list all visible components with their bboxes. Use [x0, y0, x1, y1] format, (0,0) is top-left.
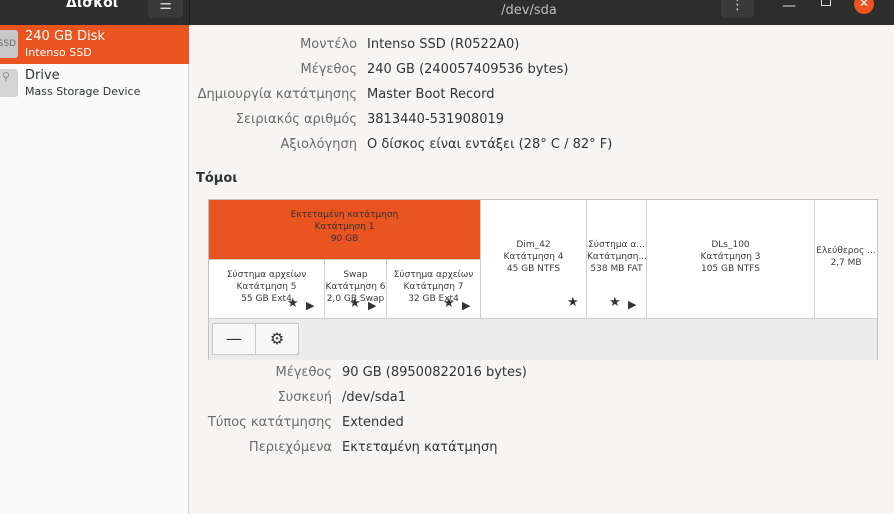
disk-name: Drive [25, 68, 60, 83]
device-label: Συσκευή [277, 390, 332, 405]
serial-label: Σειριακός αριθμός [235, 112, 357, 127]
volume-partition-4[interactable]: Dim_42 Κατάτμηση 4 45 GB NTFS ★ [481, 200, 587, 318]
main-content: Μοντέλο Intenso SSD (R0522A0) Μέγεθος 24… [190, 25, 894, 514]
star-icon: ★ [443, 296, 455, 311]
window-title: /dev/sda [501, 3, 557, 18]
partition-type-label: Τύπος κατάτμησης [207, 415, 332, 430]
volume-partition-5[interactable]: Σύστημα αρχείων Κατάτμηση 5 55 GB Ext4 ★… [209, 259, 325, 318]
volume-partition: Κατάτμηση 5 [236, 282, 297, 292]
volume-type: Dim_42 [516, 240, 551, 250]
volume-size: 105 GB NTFS [700, 264, 760, 274]
volume-partition: Κατάτμηση 4 [503, 252, 564, 262]
play-icon: ▶ [462, 299, 471, 312]
volume-size: 538 MB FAT [590, 264, 643, 274]
serial-value: 3813440-531908019 [367, 112, 505, 127]
volume-partition-3[interactable]: DLs_100 Κατάτμηση 3 105 GB NTFS [647, 200, 815, 318]
volumes-map: Εκτεταμένη κατάτμηση Κατάτμηση 1 90 GB Σ… [208, 199, 878, 360]
hamburger-menu-button[interactable]: ☰ [148, 0, 183, 18]
volume-partition-6[interactable]: Swap Κατάτμηση 6 2,0 GB Swap ★ ▶ [325, 259, 387, 318]
volume-partition: Κατάτμηση 3 [700, 252, 761, 262]
volume-type: Swap [343, 270, 368, 280]
sidebar-item-ssd[interactable]: SSD 240 GB Disk Intenso SSD [0, 25, 189, 64]
star-icon: ★ [287, 296, 299, 311]
volume-extended[interactable]: Εκτεταμένη κατάτμηση Κατάτμηση 1 90 GB [209, 200, 481, 259]
volume-type: Σύστημα α... [588, 240, 645, 250]
usb-drive-icon: ⚲ [0, 69, 18, 97]
app-title: Δίσκοι [66, 0, 119, 11]
play-icon: ▶ [628, 298, 637, 311]
volume-size: 45 GB NTFS [506, 264, 561, 274]
volume-partition: Κατάτμηση 1 [314, 222, 375, 232]
remove-partition-button[interactable]: — [212, 323, 256, 355]
size-label: Μέγεθος [300, 62, 357, 77]
disk-model: Intenso SSD [25, 46, 92, 59]
play-icon: ▶ [306, 299, 315, 312]
close-button[interactable]: ✕ [854, 0, 874, 14]
volume-size-label: Μέγεθος [275, 365, 332, 380]
header-bar: Δίσκοι ☰ /dev/sda ⋮ — ✕ [0, 0, 894, 25]
disk-name: 240 GB Disk [25, 29, 105, 44]
close-icon: ✕ [858, 0, 870, 10]
volume-size-value: 90 GB (89500822016 bytes) [342, 365, 527, 380]
volume-size: 2,7 MB [830, 258, 862, 268]
model-value: Intenso SSD (R0522A0) [367, 37, 520, 52]
volume-partition: Κατάτμηση 6 [325, 282, 386, 292]
gears-icon: ⚙ [269, 329, 285, 348]
star-icon: ★ [567, 295, 579, 310]
assessment-label: Αξιολόγηση [280, 137, 357, 152]
contents-value: Εκτεταμένη κατάτμηση [342, 440, 498, 455]
star-icon: ★ [609, 295, 621, 310]
volume-type: Σύστημα αρχείων [226, 270, 307, 280]
volume-type: Ελεύθερος ... [816, 246, 876, 256]
volume-type: DLs_100 [711, 240, 750, 250]
volume-partition-7[interactable]: Σύστημα αρχείων Κατάτμηση 7 32 GB Ext4 ★… [387, 259, 481, 318]
volume-type: Εκτεταμένη κατάτμηση [290, 210, 399, 220]
volume-partition: Κατάτμηση... [587, 252, 647, 262]
volume-partition-fat[interactable]: Σύστημα α... Κατάτμηση... 538 MB FAT ★ ▶ [587, 200, 647, 318]
assessment-value: Ο δίσκος είναι εντάξει (28° C / 82° F) [367, 137, 613, 152]
volumes-title: Τόμοι [196, 171, 238, 186]
minimize-button[interactable]: — [782, 0, 796, 14]
partitioning-label: Δημιουργία κατάτμησης [197, 87, 357, 102]
device-value: /dev/sda1 [342, 390, 406, 405]
partitioning-value: Master Boot Record [367, 87, 495, 102]
drive-options-button[interactable]: ⋮ [721, 0, 754, 18]
header-divider [189, 0, 190, 25]
disk-model: Mass Storage Device [25, 85, 141, 98]
size-value: 240 GB (240057409536 bytes) [367, 62, 569, 77]
partition-type-value: Extended [342, 415, 404, 430]
play-icon: ▶ [368, 299, 377, 312]
contents-label: Περιεχόμενα [248, 440, 332, 455]
sidebar-item-drive[interactable]: ⚲ Drive Mass Storage Device [0, 64, 189, 103]
sidebar: SSD 240 GB Disk Intenso SSD ⚲ Drive Mass… [0, 25, 189, 514]
volume-size: 90 GB [330, 234, 359, 244]
volume-partition: Κατάτμηση 7 [403, 282, 464, 292]
hamburger-icon: ☰ [159, 0, 172, 13]
model-label: Μοντέλο [300, 37, 357, 52]
maximize-button[interactable] [821, 0, 831, 6]
volume-type: Σύστημα αρχείων [393, 270, 474, 280]
volume-free-space[interactable]: Ελεύθερος ... 2,7 MB [815, 200, 877, 318]
vertical-dots-icon: ⋮ [730, 0, 745, 13]
ssd-icon: SSD [0, 30, 18, 58]
star-icon: ★ [349, 296, 361, 311]
partition-settings-button[interactable]: ⚙ [255, 323, 299, 355]
volume-toolbar: — ⚙ [209, 318, 877, 360]
